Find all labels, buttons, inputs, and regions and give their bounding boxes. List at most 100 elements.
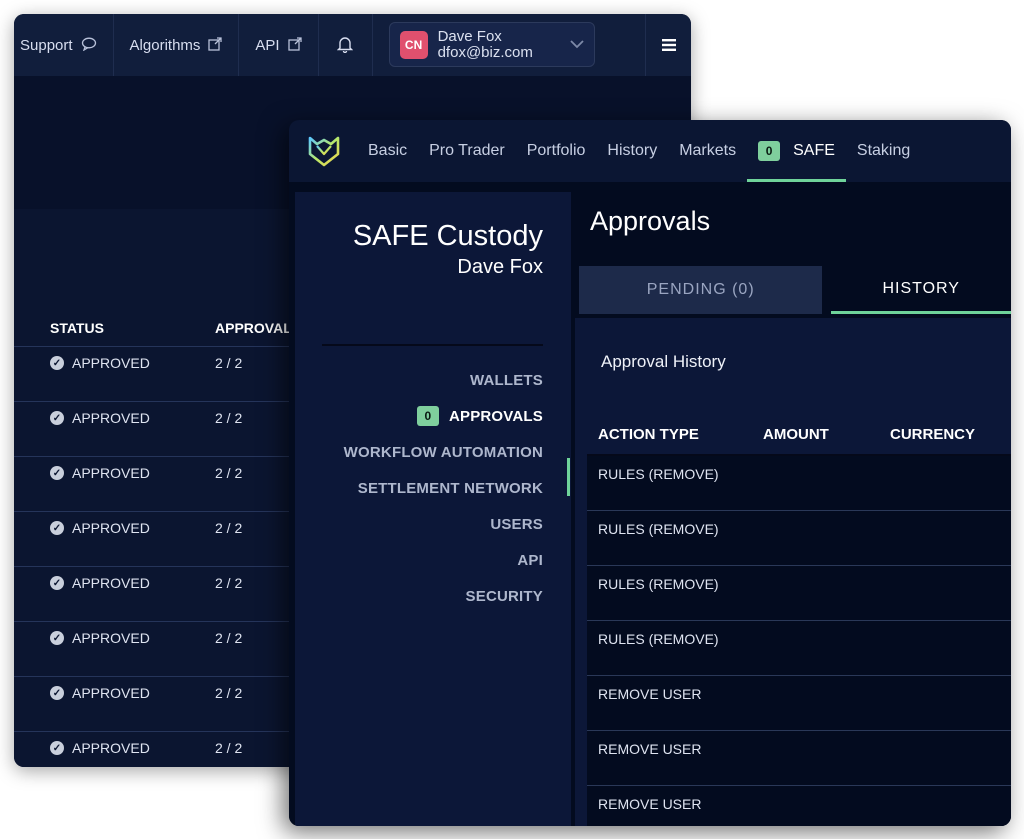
approval-count: 2 / 2 <box>215 355 243 371</box>
tab-history[interactable]: HISTORY <box>831 266 1011 314</box>
sidebar-item-users[interactable]: USERS <box>344 506 543 542</box>
sidebar-item-label: WALLETS <box>469 371 543 389</box>
check-circle-icon: ✓ <box>50 411 64 425</box>
nav-basic[interactable]: Basic <box>357 120 418 182</box>
nav-history[interactable]: History <box>596 120 668 182</box>
column-header-action-type[interactable]: ACTION TYPE <box>598 426 699 443</box>
sidebar-item-approvals[interactable]: 0 APPROVALS <box>344 398 543 434</box>
table-row[interactable]: RULES (REMOVE) <box>587 511 1011 566</box>
action-type-cell: RULES (REMOVE) <box>598 466 719 482</box>
table-row[interactable]: REMOVE USER <box>587 731 1011 786</box>
action-type-cell: RULES (REMOVE) <box>598 521 719 537</box>
table-row[interactable]: REMOVE USER <box>587 786 1011 826</box>
count-badge: 0 <box>758 141 781 161</box>
approval-count: 2 / 2 <box>215 630 243 646</box>
sidebar-item-workflow-automation[interactable]: WORKFLOW AUTOMATION <box>344 434 543 470</box>
sidebar-menu: WALLETS 0 APPROVALS WORKFLOW AUTOMATION … <box>344 362 543 614</box>
status-value: APPROVED <box>72 410 150 426</box>
sidebar-item-label: USERS <box>490 515 543 533</box>
external-link-icon <box>287 36 302 54</box>
safe-custody-window: Basic Pro Trader Portfolio History Marke… <box>289 120 1011 826</box>
check-circle-icon: ✓ <box>50 466 64 480</box>
table-header: ACTION TYPE AMOUNT CURRENCY <box>587 410 1011 456</box>
bell-icon <box>336 35 354 56</box>
panel-title: Approval History <box>601 352 726 371</box>
external-link-icon <box>208 36 223 54</box>
status-value: APPROVED <box>72 355 150 371</box>
sidebar-item-api[interactable]: API <box>344 542 543 578</box>
hamburger-menu-icon[interactable] <box>645 14 691 76</box>
sidebar-item-label: SETTLEMENT NETWORK <box>357 479 543 497</box>
status-value: APPROVED <box>72 740 150 756</box>
nav-staking[interactable]: Staking <box>846 120 921 182</box>
support-label: Support <box>20 36 73 54</box>
sidebar-item-label: API <box>517 551 543 569</box>
approval-count: 2 / 2 <box>215 575 243 591</box>
nav-label: Basic <box>368 142 408 159</box>
check-circle-icon: ✓ <box>50 576 64 590</box>
sidebar-title: SAFE Custody <box>352 220 543 252</box>
table-row[interactable]: RULES (REMOVE) <box>587 456 1011 511</box>
column-header-currency[interactable]: CURRENCY <box>890 426 975 443</box>
approval-count: 2 / 2 <box>215 740 243 756</box>
check-circle-icon: ✓ <box>50 631 64 645</box>
nav-safe[interactable]: 0 SAFE <box>747 120 846 182</box>
api-label: API <box>255 36 280 54</box>
nav-portfolio[interactable]: Portfolio <box>516 120 597 182</box>
tab-pending[interactable]: PENDING (0) <box>579 266 823 314</box>
check-circle-icon: ✓ <box>50 741 64 755</box>
user-name: Dave Fox <box>437 27 502 45</box>
sidebar-item-label: SECURITY <box>465 587 543 605</box>
chat-bubble-icon <box>81 37 97 54</box>
status-value: APPROVED <box>72 465 150 481</box>
support-link[interactable]: Support <box>14 14 114 76</box>
status-value: APPROVED <box>72 575 150 591</box>
nav-label: Portfolio <box>526 142 586 159</box>
nav-markets[interactable]: Markets <box>668 120 747 182</box>
api-link[interactable]: API <box>239 14 319 76</box>
user-email: dfox@biz.com <box>437 43 533 61</box>
chevron-down-icon <box>569 37 584 52</box>
page-body: SAFE Custody Dave Fox WALLETS 0 APPROVAL… <box>289 182 1011 826</box>
approval-tabs: PENDING (0) HISTORY <box>579 266 1011 314</box>
nav-label: Staking <box>856 142 911 159</box>
sidebar-divider <box>322 344 543 346</box>
top-navigation-bar: Support Algorithms API CN Dave Fox dfox@… <box>14 14 691 76</box>
action-type-cell: REMOVE USER <box>598 741 702 757</box>
action-type-cell: REMOVE USER <box>598 686 702 702</box>
check-circle-icon: ✓ <box>50 686 64 700</box>
approval-count: 2 / 2 <box>215 520 243 536</box>
sidebar-item-wallets[interactable]: WALLETS <box>344 362 543 398</box>
safe-sidebar: SAFE Custody Dave Fox WALLETS 0 APPROVAL… <box>295 192 571 826</box>
notifications-button[interactable] <box>319 14 373 76</box>
status-value: APPROVED <box>72 630 150 646</box>
approval-count: 2 / 2 <box>215 685 243 701</box>
avatar: CN <box>399 30 428 59</box>
nav-label: History <box>607 142 658 159</box>
nav-label: SAFE <box>793 142 835 159</box>
sidebar-item-label: APPROVALS <box>448 407 543 425</box>
check-circle-icon: ✓ <box>50 356 64 370</box>
table-row[interactable]: REMOVE USER <box>587 676 1011 731</box>
column-header-approval: APPROVAL <box>215 320 292 336</box>
sidebar-item-security[interactable]: SECURITY <box>344 578 543 614</box>
algorithms-link[interactable]: Algorithms <box>114 14 240 76</box>
action-type-cell: RULES (REMOVE) <box>598 576 719 592</box>
check-circle-icon: ✓ <box>50 521 64 535</box>
sidebar-item-settlement-network[interactable]: SETTLEMENT NETWORK <box>344 470 543 506</box>
sidebar-active-indicator <box>567 458 570 496</box>
count-badge: 0 <box>416 406 439 426</box>
nav-pro-trader[interactable]: Pro Trader <box>418 120 516 182</box>
approval-history-panel: Approval History ACTION TYPE AMOUNT CURR… <box>575 318 1011 826</box>
table-row[interactable]: RULES (REMOVE) <box>587 621 1011 676</box>
action-type-cell: REMOVE USER <box>598 796 702 812</box>
column-header-amount[interactable]: AMOUNT <box>763 426 829 443</box>
sidebar-subtitle: Dave Fox <box>457 256 543 278</box>
approval-count: 2 / 2 <box>215 465 243 481</box>
approval-count: 2 / 2 <box>215 410 243 426</box>
table-row[interactable]: RULES (REMOVE) <box>587 566 1011 621</box>
user-menu-dropdown[interactable]: CN Dave Fox dfox@biz.com <box>388 22 595 67</box>
status-value: APPROVED <box>72 520 150 536</box>
fox-logo-icon[interactable] <box>307 134 341 168</box>
sidebar-item-label: WORKFLOW AUTOMATION <box>343 443 543 461</box>
